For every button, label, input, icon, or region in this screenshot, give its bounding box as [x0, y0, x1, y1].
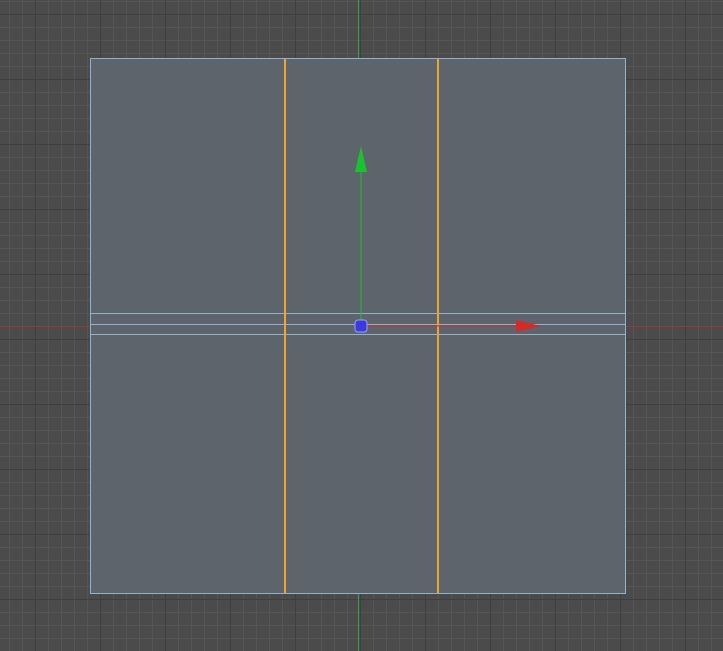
pivot-dot-icon[interactable] — [354, 319, 368, 333]
3d-viewport[interactable] — [0, 0, 723, 651]
arrow-right-icon[interactable] — [516, 320, 541, 332]
arrow-up-icon[interactable] — [355, 146, 367, 172]
move-gizmo[interactable] — [0, 0, 723, 651]
